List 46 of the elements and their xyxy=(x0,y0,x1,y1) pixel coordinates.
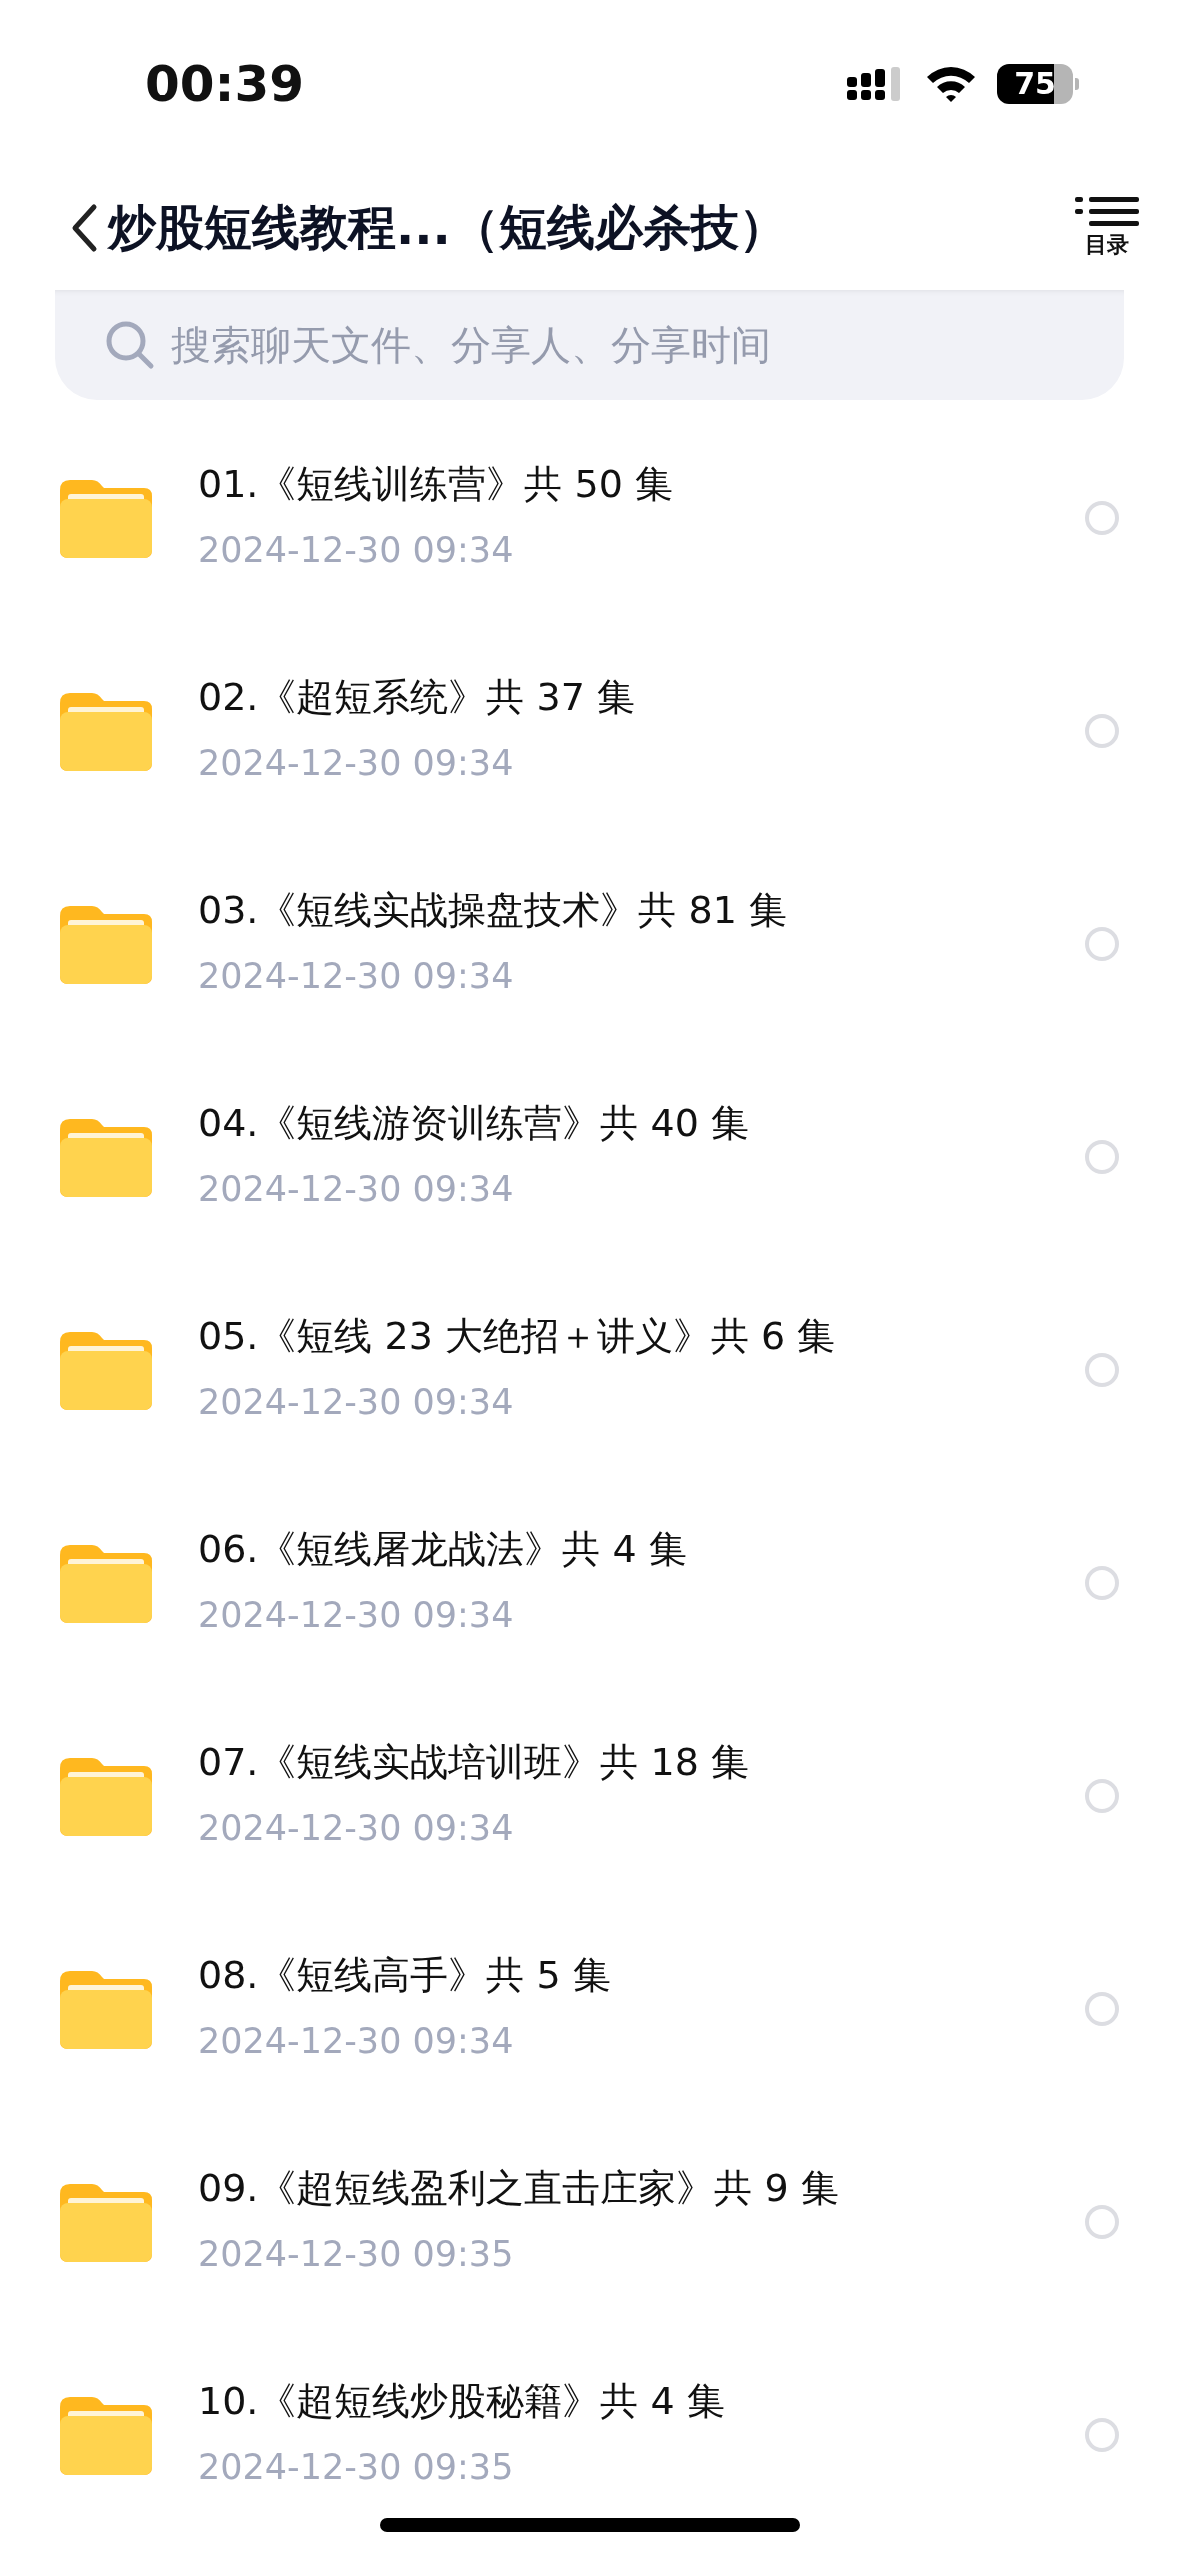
folder-icon xyxy=(60,1968,152,2051)
search-field[interactable]: 搜索聊天文件、分享人、分享时间 xyxy=(55,290,1124,400)
select-radio[interactable] xyxy=(1085,713,1119,748)
file-date: 2024-12-30 09:35 xyxy=(198,2232,515,2276)
folder-icon xyxy=(60,1542,152,1625)
file-date: 2024-12-30 09:34 xyxy=(198,1593,515,1637)
file-date: 2024-12-30 09:34 xyxy=(198,1380,515,1424)
file-name[interactable]: 09.《超短线盈利之直击庄家》共 9 集 xyxy=(198,2161,1085,2214)
select-radio[interactable] xyxy=(1085,1352,1119,1387)
folder-icon xyxy=(60,2181,152,2264)
file-name[interactable]: 04.《短线游资训练营》共 40 集 xyxy=(198,1096,1085,1149)
back-icon[interactable] xyxy=(70,203,98,253)
file-name[interactable]: 08.《短线高手》共 5 集 xyxy=(198,1948,1085,2001)
file-date: 2024-12-30 09:34 xyxy=(198,741,515,785)
file-name[interactable]: 10.《超短线炒股秘籍》共 4 集 xyxy=(198,2374,1085,2427)
file-date: 2024-12-30 09:34 xyxy=(198,2019,515,2063)
folder-icon xyxy=(60,2394,152,2477)
select-radio[interactable] xyxy=(1085,1139,1119,1174)
folder-icon xyxy=(60,1329,152,1412)
file-name[interactable]: 01.《短线训练营》共 50 集 xyxy=(198,457,1085,510)
select-radio[interactable] xyxy=(1085,1565,1119,1600)
chat-title: 炒股短线教程...（短线必杀技） xyxy=(108,198,787,257)
file-date: 2024-12-30 09:34 xyxy=(198,528,515,572)
folder-icon xyxy=(60,1116,152,1199)
file-date: 2024-12-30 09:34 xyxy=(198,1806,515,1850)
select-radio[interactable] xyxy=(1085,2204,1119,2239)
file-name[interactable]: 07.《短线实战培训班》共 18 集 xyxy=(198,1735,1085,1788)
wifi-icon xyxy=(925,65,977,103)
select-radio[interactable] xyxy=(1085,1778,1119,1813)
file-date: 2024-12-30 09:34 xyxy=(198,1167,515,1211)
folder-icon xyxy=(60,690,152,773)
file-date: 2024-12-30 09:35 xyxy=(198,2445,515,2489)
select-radio[interactable] xyxy=(1085,2417,1119,2452)
file-name[interactable]: 06.《短线屠龙战法》共 4 集 xyxy=(198,1522,1085,1575)
file-name[interactable]: 05.《短线 23 大绝招＋讲义》共 6 集 xyxy=(198,1309,1085,1362)
file-date: 2024-12-30 09:34 xyxy=(198,954,515,998)
folder-icon xyxy=(60,903,152,986)
select-radio[interactable] xyxy=(1085,500,1119,535)
folder-icon xyxy=(60,477,152,560)
select-radio[interactable] xyxy=(1085,1991,1119,2026)
folder-icon xyxy=(60,1755,152,1838)
status-time: 00:39 xyxy=(145,55,305,113)
catalog-button[interactable]: 目录 xyxy=(1075,196,1139,260)
file-name[interactable]: 03.《短线实战操盘技术》共 81 集 xyxy=(198,883,1085,936)
select-radio[interactable] xyxy=(1085,926,1119,961)
file-name[interactable]: 02.《超短系统》共 37 集 xyxy=(198,670,1085,723)
